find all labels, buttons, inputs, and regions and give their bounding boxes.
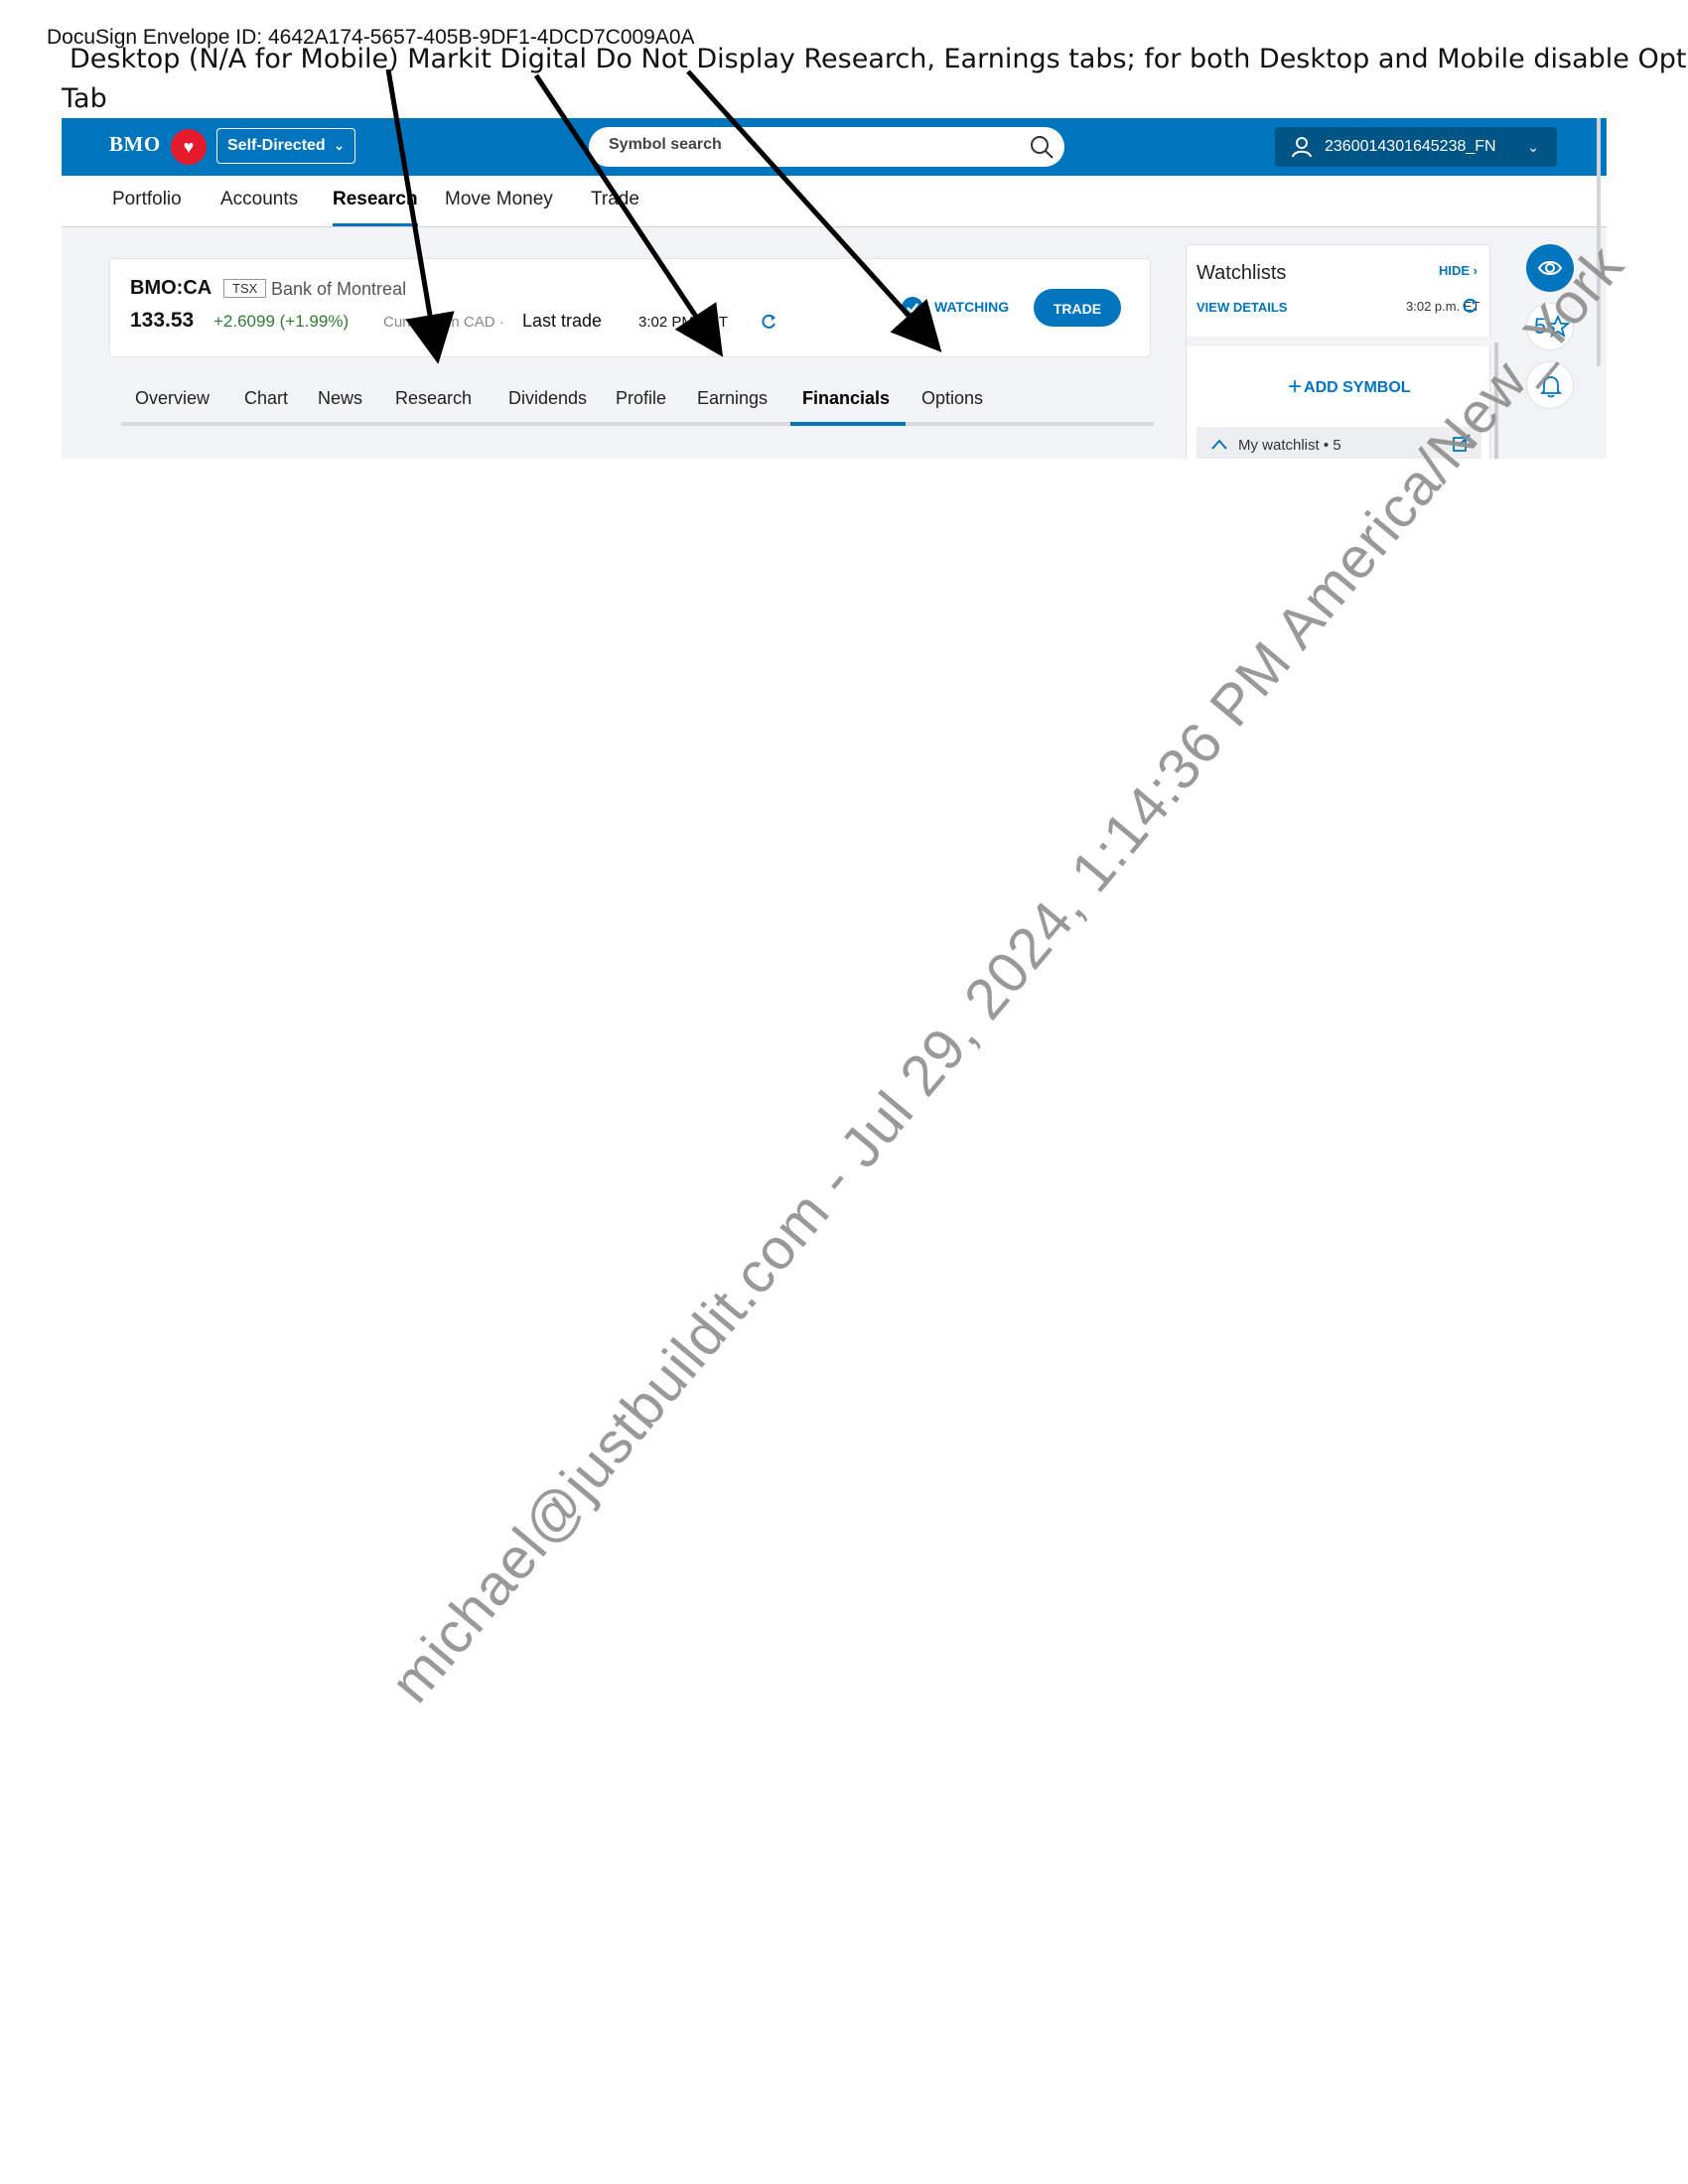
tab-research[interactable]: Research [381, 376, 486, 424]
docusign-envelope-id: DocuSign Envelope ID: 4642A174-5657-405B… [47, 26, 695, 49]
nav-move-money[interactable]: Move Money [445, 176, 553, 226]
nav-portfolio[interactable]: Portfolio [112, 176, 182, 226]
chevron-up-icon[interactable] [1210, 437, 1228, 451]
add-symbol-label: ADD SYMBOL [1304, 379, 1411, 396]
quote-card: BMO:CA TSX Bank of Montreal 133.53 +2.60… [109, 258, 1151, 357]
watchlist-name: My watchlist • 5 [1238, 437, 1341, 454]
hide-watchlists-button[interactable]: HIDE › [1439, 263, 1477, 278]
tabs-divider [121, 422, 1154, 426]
quote-subtabs: Overview Chart News Research Dividends P… [121, 376, 1154, 428]
refresh-icon[interactable] [760, 313, 777, 331]
bmo-screenshot: BMO ♥ Self-Directed ⌄ 2360014301645238_F… [62, 118, 1607, 459]
tab-profile[interactable]: Profile [602, 376, 680, 424]
price-change: +2.6099 (+1.99%) [213, 312, 350, 331]
self-directed-label: Self-Directed [227, 137, 326, 154]
active-tab-indicator [790, 422, 906, 426]
tab-dividends[interactable]: Dividends [494, 376, 601, 424]
last-price: 133.53 [130, 309, 195, 332]
bmo-logo[interactable]: BMO [109, 132, 161, 157]
company-name: Bank of Montreal [271, 279, 407, 299]
chevron-right-icon: › [1473, 263, 1477, 278]
tab-chart[interactable]: Chart [230, 376, 302, 424]
tab-overview[interactable]: Overview [121, 376, 223, 424]
panel-separator [1187, 337, 1491, 346]
last-trade-label: Last trade [522, 311, 603, 331]
search-icon[interactable] [1029, 134, 1055, 160]
instruction-line-2: Tab [62, 83, 107, 114]
add-symbol-button[interactable]: + ADD SYMBOL [1288, 373, 1411, 401]
trade-button[interactable]: TRADE [1034, 289, 1121, 327]
exchange-badge: TSX [223, 279, 267, 298]
tab-earnings[interactable]: Earnings [683, 376, 781, 424]
last-trade-time: 3:02 PM EDT [638, 314, 729, 331]
watchlists-title: Watchlists [1196, 262, 1287, 284]
ticker-symbol: BMO:CA [130, 277, 212, 299]
watchlist-count: • 5 [1323, 437, 1341, 454]
plus-icon: + [1288, 373, 1303, 400]
nav-research[interactable]: Research [333, 176, 418, 226]
view-details-link[interactable]: VIEW DETAILS [1196, 300, 1287, 315]
account-selector[interactable]: 2360014301645238_FN ⌄ [1275, 127, 1557, 167]
nav-accounts[interactable]: Accounts [220, 176, 298, 226]
watching-toggle[interactable]: WATCHING [934, 299, 1009, 315]
symbol-search-input[interactable] [607, 135, 1008, 155]
tab-options[interactable]: Options [908, 376, 997, 424]
tab-news[interactable]: News [304, 376, 376, 424]
refresh-icon[interactable] [1461, 297, 1478, 315]
user-icon [1292, 137, 1312, 158]
tab-financials[interactable]: Financials [788, 376, 904, 424]
chevron-down-icon: ⌄ [1527, 139, 1539, 155]
watchlist-name-text: My watchlist [1238, 437, 1320, 454]
symbol-search[interactable] [589, 127, 1064, 167]
hide-label: HIDE [1438, 263, 1471, 278]
main-nav: Portfolio Accounts Research Move Money T… [62, 176, 1607, 227]
top-bar: BMO ♥ Self-Directed ⌄ 2360014301645238_F… [62, 118, 1607, 176]
docusign-watermark: michael@justbuildit.com - Jul 29, 2024, … [377, 232, 1636, 1715]
nav-trade[interactable]: Trade [591, 176, 639, 226]
account-number: 2360014301645238_FN [1325, 138, 1496, 155]
currency-note: Currency in CAD · [383, 314, 504, 331]
chevron-down-icon: ⌄ [334, 138, 345, 153]
self-directed-dropdown[interactable]: Self-Directed ⌄ [216, 128, 355, 164]
watching-check-icon[interactable] [902, 297, 923, 319]
bmo-roundel-icon: ♥ [171, 129, 207, 165]
